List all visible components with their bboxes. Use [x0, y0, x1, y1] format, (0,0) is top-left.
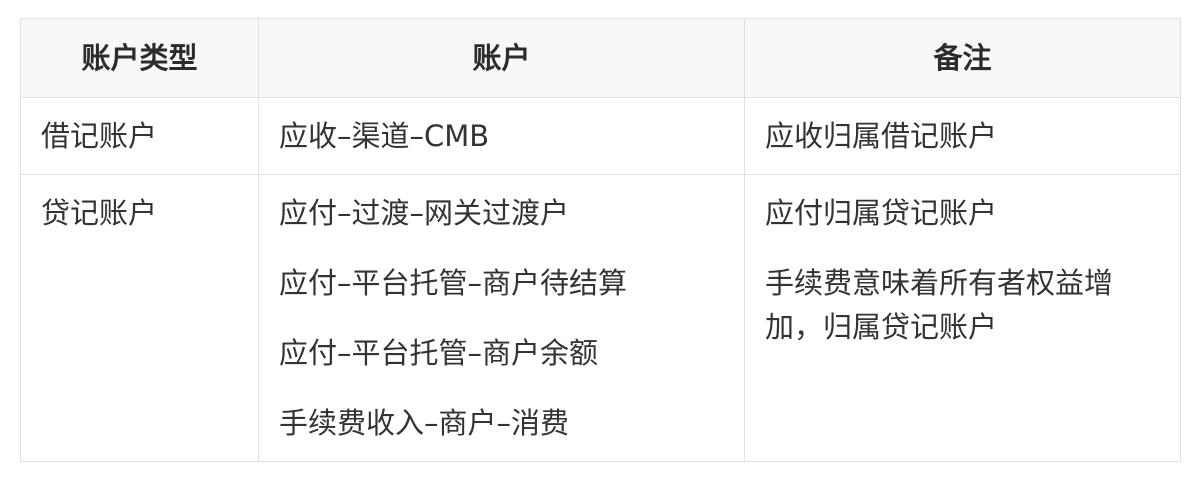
note-item: 应收归属借记账户 — [765, 119, 998, 153]
account-item: 手续费收入–商户–消费 — [279, 406, 570, 440]
account-type-text: 借记账户 — [41, 119, 158, 153]
table-row: 借记账户 应收–渠道–CMB 应收归属借记账户 — [20, 97, 1181, 175]
notes-cell: 应付归属贷记账户 手续费意味着所有者权益增加，归属贷记账户 — [744, 174, 1181, 462]
note-item: 手续费意味着所有者权益增加，归属贷记账户 — [765, 266, 1114, 344]
account-item: 应付–过渡–网关过渡户 — [279, 196, 570, 230]
notes-cell: 应收归属借记账户 — [744, 97, 1181, 175]
account-type-text: 贷记账户 — [41, 196, 158, 230]
accounts-cell: 应付–过渡–网关过渡户 应付–平台托管–商户待结算 应付–平台托管–商户余额 手… — [258, 174, 745, 462]
account-item: 应付–平台托管–商户待结算 — [279, 266, 628, 300]
accounts-cell: 应收–渠道–CMB — [258, 97, 745, 175]
table-header: 账户类型 账户 备注 — [20, 18, 1181, 98]
table-row: 贷记账户 应付–过渡–网关过渡户 应付–平台托管–商户待结算 应付–平台托管–商… — [20, 174, 1181, 462]
table-body: 借记账户 应收–渠道–CMB 应收归属借记账户 贷记账户 应付–过渡–网关过渡户… — [20, 97, 1181, 462]
account-item: 应付–平台托管–商户余额 — [279, 336, 599, 370]
header-notes: 备注 — [744, 18, 1181, 98]
account-type-cell: 贷记账户 — [20, 174, 259, 462]
account-type-cell: 借记账户 — [20, 97, 259, 175]
account-classification-table: 账户类型 账户 备注 借记账户 应收–渠道–CMB 应收归属借记账户 贷记账户 … — [20, 18, 1181, 462]
header-row: 账户类型 账户 备注 — [20, 18, 1181, 98]
note-item: 应付归属贷记账户 — [765, 196, 998, 230]
header-account-type: 账户类型 — [20, 18, 259, 98]
account-item: 应收–渠道–CMB — [279, 119, 490, 153]
header-account: 账户 — [258, 18, 745, 98]
